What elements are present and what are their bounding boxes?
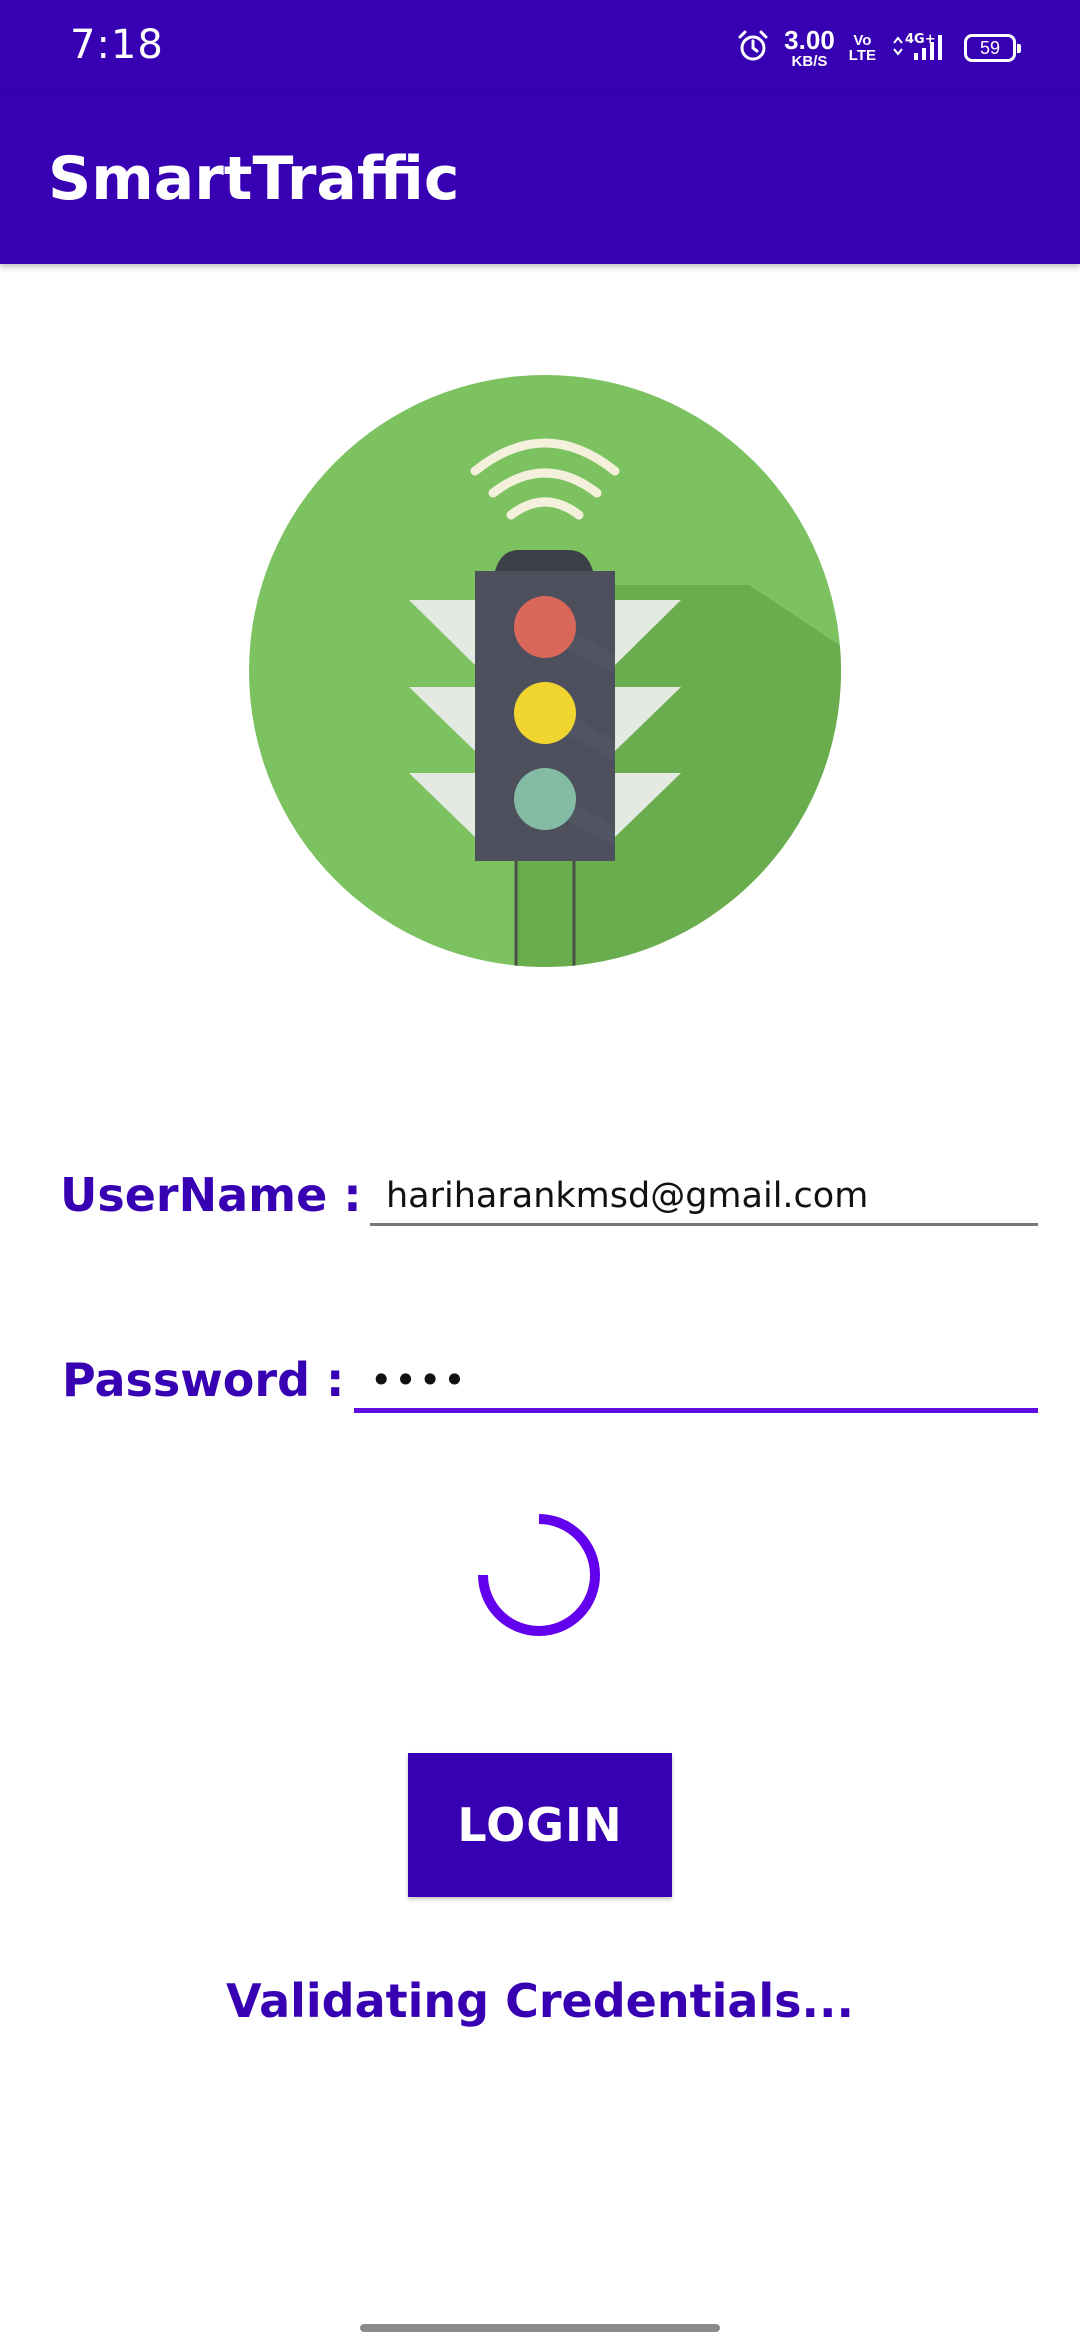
traffic-light-icon [249, 375, 841, 967]
loading-spinner-icon [478, 1514, 600, 1636]
signal-icon: 4G+ [890, 29, 950, 68]
status-icons: 3.00 KB/S Vo LTE 4G+ 59 [736, 24, 1021, 72]
password-underline [354, 1408, 1038, 1413]
volte-top-text: Vo [853, 32, 872, 49]
battery-level: 59 [979, 37, 1001, 58]
status-bar: 7:18 3.00 KB/S Vo LTE 4G+ 59 [0, 0, 1080, 96]
home-indicator[interactable] [360, 2324, 720, 2332]
network-speed-value: 3.00 [784, 25, 835, 55]
alarm-icon [736, 29, 770, 68]
status-time: 7:18 [70, 22, 164, 68]
network-speed: 3.00 KB/S [784, 27, 835, 69]
network-speed-unit: KB/S [791, 53, 828, 70]
password-input[interactable] [356, 1350, 1038, 1410]
volte-icon: Vo LTE [849, 33, 876, 63]
username-underline [370, 1223, 1038, 1226]
login-button[interactable]: LOGIN [408, 1753, 672, 1897]
status-message: Validating Credentials... [226, 1974, 854, 2028]
login-screen: 7:18 3.00 KB/S Vo LTE 4G+ 59 SmartTraffi… [0, 0, 1080, 2340]
password-label: Password : [62, 1353, 345, 1407]
app-title: SmartTraffic [48, 144, 460, 214]
username-input[interactable] [370, 1168, 1038, 1224]
app-bar: SmartTraffic [0, 96, 1080, 264]
volte-bottom-text: LTE [848, 47, 876, 64]
battery-icon: 59 [964, 34, 1021, 62]
username-label: UserName : [60, 1168, 362, 1222]
